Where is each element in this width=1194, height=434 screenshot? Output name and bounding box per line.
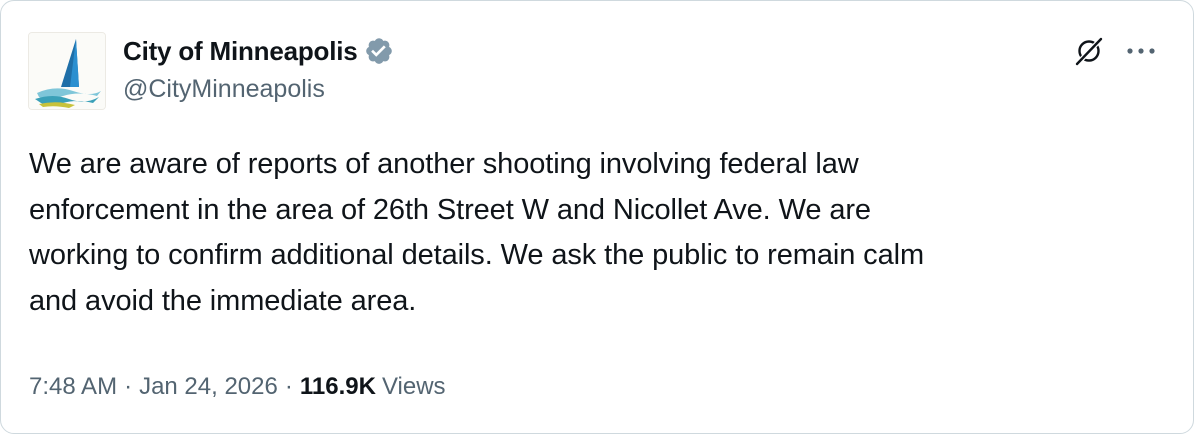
more-options-button[interactable] — [1121, 33, 1161, 69]
meta-separator: · — [284, 373, 293, 400]
grok-icon — [1075, 37, 1103, 66]
author-name-row: City of Minneapolis — [123, 33, 394, 69]
meta-separator: · — [124, 373, 133, 400]
views-count[interactable]: 116.9K — [300, 373, 376, 401]
author-display-name[interactable]: City of Minneapolis — [123, 36, 358, 67]
verified-badge-icon[interactable] — [364, 36, 394, 66]
author-handle[interactable]: @CityMinneapolis — [123, 75, 325, 104]
more-options-icon — [1127, 48, 1155, 54]
avatar[interactable] — [28, 32, 106, 110]
views-label[interactable]: Views — [382, 373, 446, 401]
tweet-time[interactable]: 7:48 AM — [29, 373, 117, 401]
grok-button[interactable] — [1069, 31, 1109, 71]
tweet-card: City of Minneapolis @CityMinneapolis We … — [0, 0, 1194, 434]
city-logo — [29, 33, 105, 109]
tweet-text: We are aware of reports of another shoot… — [29, 148, 925, 317]
tweet-meta: 7:48 AM · Jan 24, 2026 · 116.9K Views — [29, 367, 446, 407]
tweet-date[interactable]: Jan 24, 2026 — [139, 373, 278, 401]
